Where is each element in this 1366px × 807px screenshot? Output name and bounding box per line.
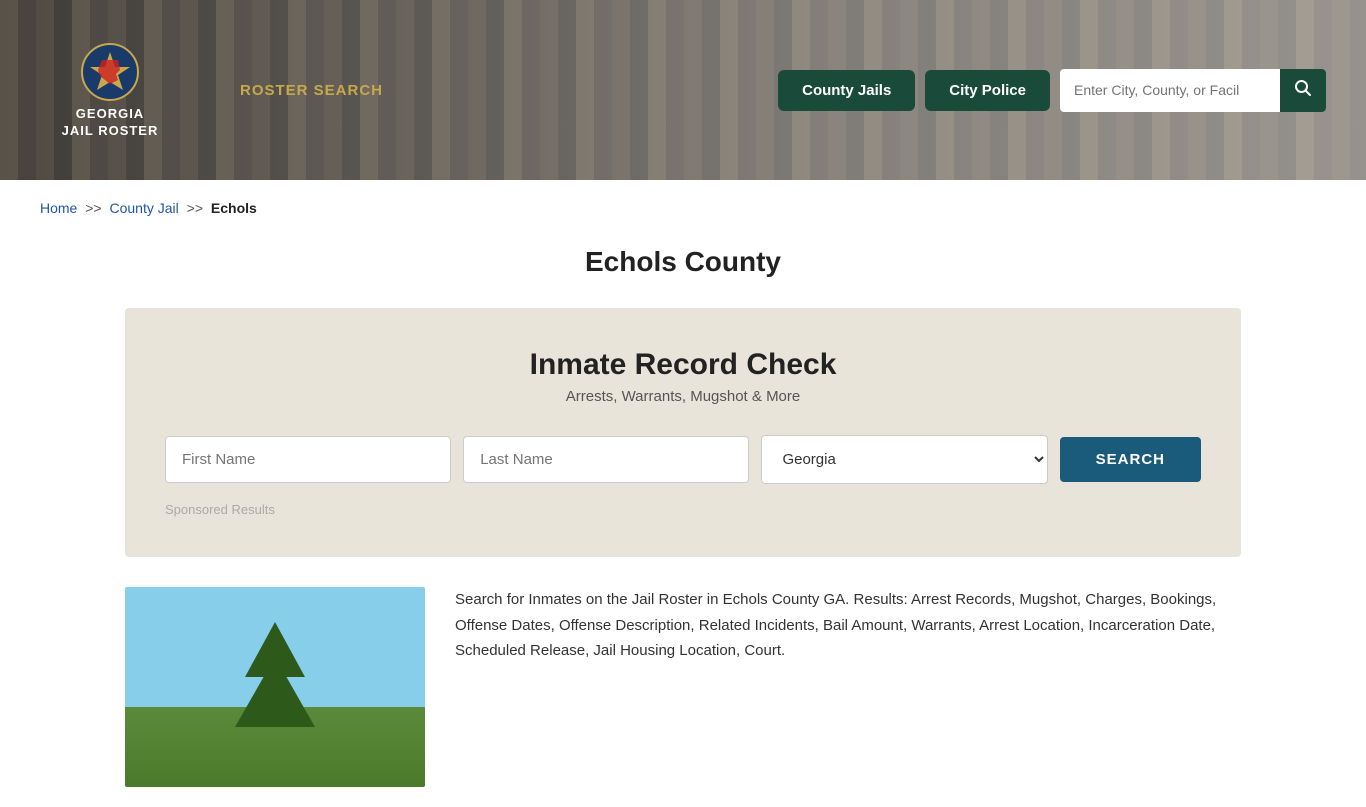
header: GEORGIA JAIL ROSTER ROSTER SEARCH County… bbox=[0, 0, 1366, 180]
record-check-section: Inmate Record Check Arrests, Warrants, M… bbox=[125, 308, 1241, 557]
page-title-area: Echols County bbox=[0, 246, 1366, 278]
search-icon bbox=[1294, 79, 1312, 97]
breadcrumb: Home >> County Jail >> Echols bbox=[0, 180, 1366, 236]
logo-subtitle: JAIL ROSTER bbox=[62, 123, 159, 138]
county-image bbox=[125, 587, 425, 787]
header-content: GEORGIA JAIL ROSTER ROSTER SEARCH County… bbox=[0, 0, 1366, 180]
logo-title: GEORGIA bbox=[76, 106, 144, 123]
header-search-box bbox=[1060, 69, 1326, 112]
breadcrumb-county-jail[interactable]: County Jail bbox=[110, 200, 179, 216]
city-police-button[interactable]: City Police bbox=[925, 70, 1050, 111]
last-name-input[interactable] bbox=[463, 436, 749, 483]
logo-area: GEORGIA JAIL ROSTER bbox=[40, 42, 180, 138]
county-jails-button[interactable]: County Jails bbox=[778, 70, 915, 111]
breadcrumb-current: Echols bbox=[211, 200, 257, 216]
header-search-button[interactable] bbox=[1280, 69, 1326, 112]
bottom-description: Search for Inmates on the Jail Roster in… bbox=[455, 587, 1241, 664]
breadcrumb-sep1: >> bbox=[85, 200, 101, 216]
header-search-input[interactable] bbox=[1060, 72, 1280, 108]
first-name-input[interactable] bbox=[165, 436, 451, 483]
roster-search-nav[interactable]: ROSTER SEARCH bbox=[240, 82, 383, 99]
record-check-subtitle: Arrests, Warrants, Mugshot & More bbox=[165, 388, 1201, 405]
bottom-section: Search for Inmates on the Jail Roster in… bbox=[0, 557, 1366, 807]
page-title: Echols County bbox=[0, 246, 1366, 278]
breadcrumb-home[interactable]: Home bbox=[40, 200, 77, 216]
sponsored-results-label: Sponsored Results bbox=[165, 502, 1201, 517]
search-record-button[interactable]: SEARCH bbox=[1060, 437, 1201, 482]
state-select[interactable]: Georgia Alabama Florida Tennessee bbox=[761, 435, 1047, 484]
record-check-title: Inmate Record Check bbox=[165, 348, 1201, 382]
georgia-seal-icon bbox=[80, 42, 140, 102]
header-right: County Jails City Police bbox=[778, 69, 1326, 112]
breadcrumb-sep2: >> bbox=[187, 200, 203, 216]
record-check-form: Georgia Alabama Florida Tennessee SEARCH bbox=[165, 435, 1201, 484]
